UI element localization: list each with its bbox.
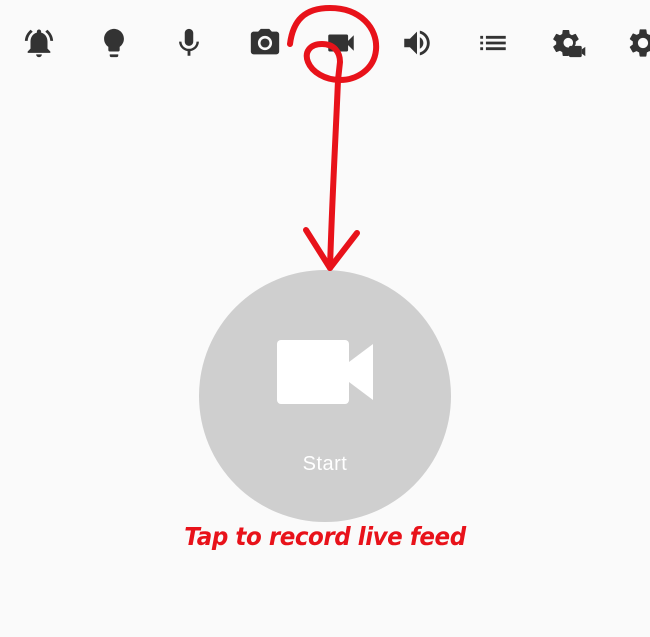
lightbulb-icon[interactable] bbox=[97, 26, 131, 60]
videocam-icon bbox=[277, 340, 373, 404]
record-screen: Start Tap to record live feed bbox=[0, 0, 650, 637]
volume-icon[interactable] bbox=[400, 26, 434, 60]
list-icon[interactable] bbox=[476, 26, 510, 60]
camera-icon[interactable] bbox=[248, 26, 282, 60]
alarm-bell-icon[interactable] bbox=[22, 26, 56, 60]
microphone-icon[interactable] bbox=[172, 26, 206, 60]
start-record-button[interactable]: Start bbox=[199, 270, 451, 522]
videocam-icon[interactable] bbox=[324, 26, 358, 60]
start-label: Start bbox=[302, 453, 348, 475]
gear-video-icon[interactable] bbox=[552, 26, 586, 60]
settings-icon[interactable] bbox=[626, 26, 650, 60]
annotation-caption: Tap to record live feed bbox=[184, 522, 466, 551]
top-toolbar bbox=[0, 0, 650, 90]
